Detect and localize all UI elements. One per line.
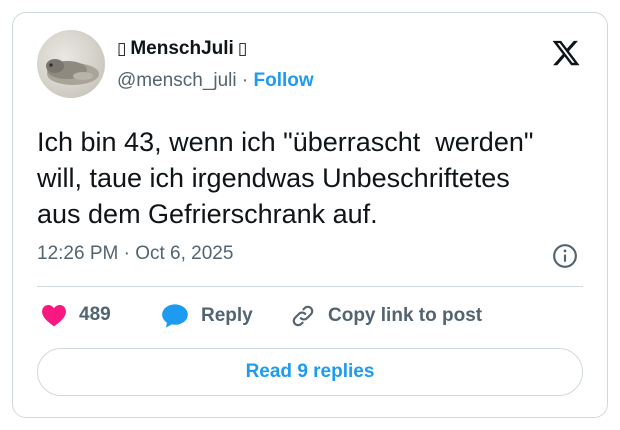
avatar[interactable] [37,30,105,98]
tweet-text: Ich bin 43, wenn ich "überrascht werden"… [37,127,534,229]
handle[interactable]: @mensch_juli [117,70,237,91]
seal-photo-icon [46,59,99,85]
separator: · [241,70,249,91]
divider [37,286,583,287]
read-replies-button[interactable]: Read 9 replies [37,348,583,396]
link-icon [292,305,314,327]
timestamp[interactable]: 12:26 PM · Oct 6, 2025 [37,243,233,265]
heart-icon [42,305,66,327]
reply-label: Reply [201,305,253,326]
reply-button[interactable]: Reply [161,303,253,329]
info-icon[interactable] [552,243,578,269]
copy-link-label: Copy link to post [328,305,483,326]
display-name[interactable]: MenschJuli [130,38,233,60]
author-name-row[interactable]: ▯ MenschJuli ▯ [117,38,247,60]
follow-button[interactable]: Follow [254,70,314,91]
speech-bubble-icon [162,304,188,328]
name-suffix-glyph: ▯ [237,39,248,59]
name-prefix-glyph: ▯ [117,39,127,59]
like-button[interactable]: 489 [41,303,111,327]
x-logo-icon[interactable] [551,38,581,68]
copy-link-button[interactable]: Copy link to post [290,303,482,329]
handle-row: @mensch_juli · Follow [117,70,314,92]
tweet-card: ▯ MenschJuli ▯ @mensch_juli · Follow Ich… [12,12,608,418]
like-count: 489 [79,304,111,325]
